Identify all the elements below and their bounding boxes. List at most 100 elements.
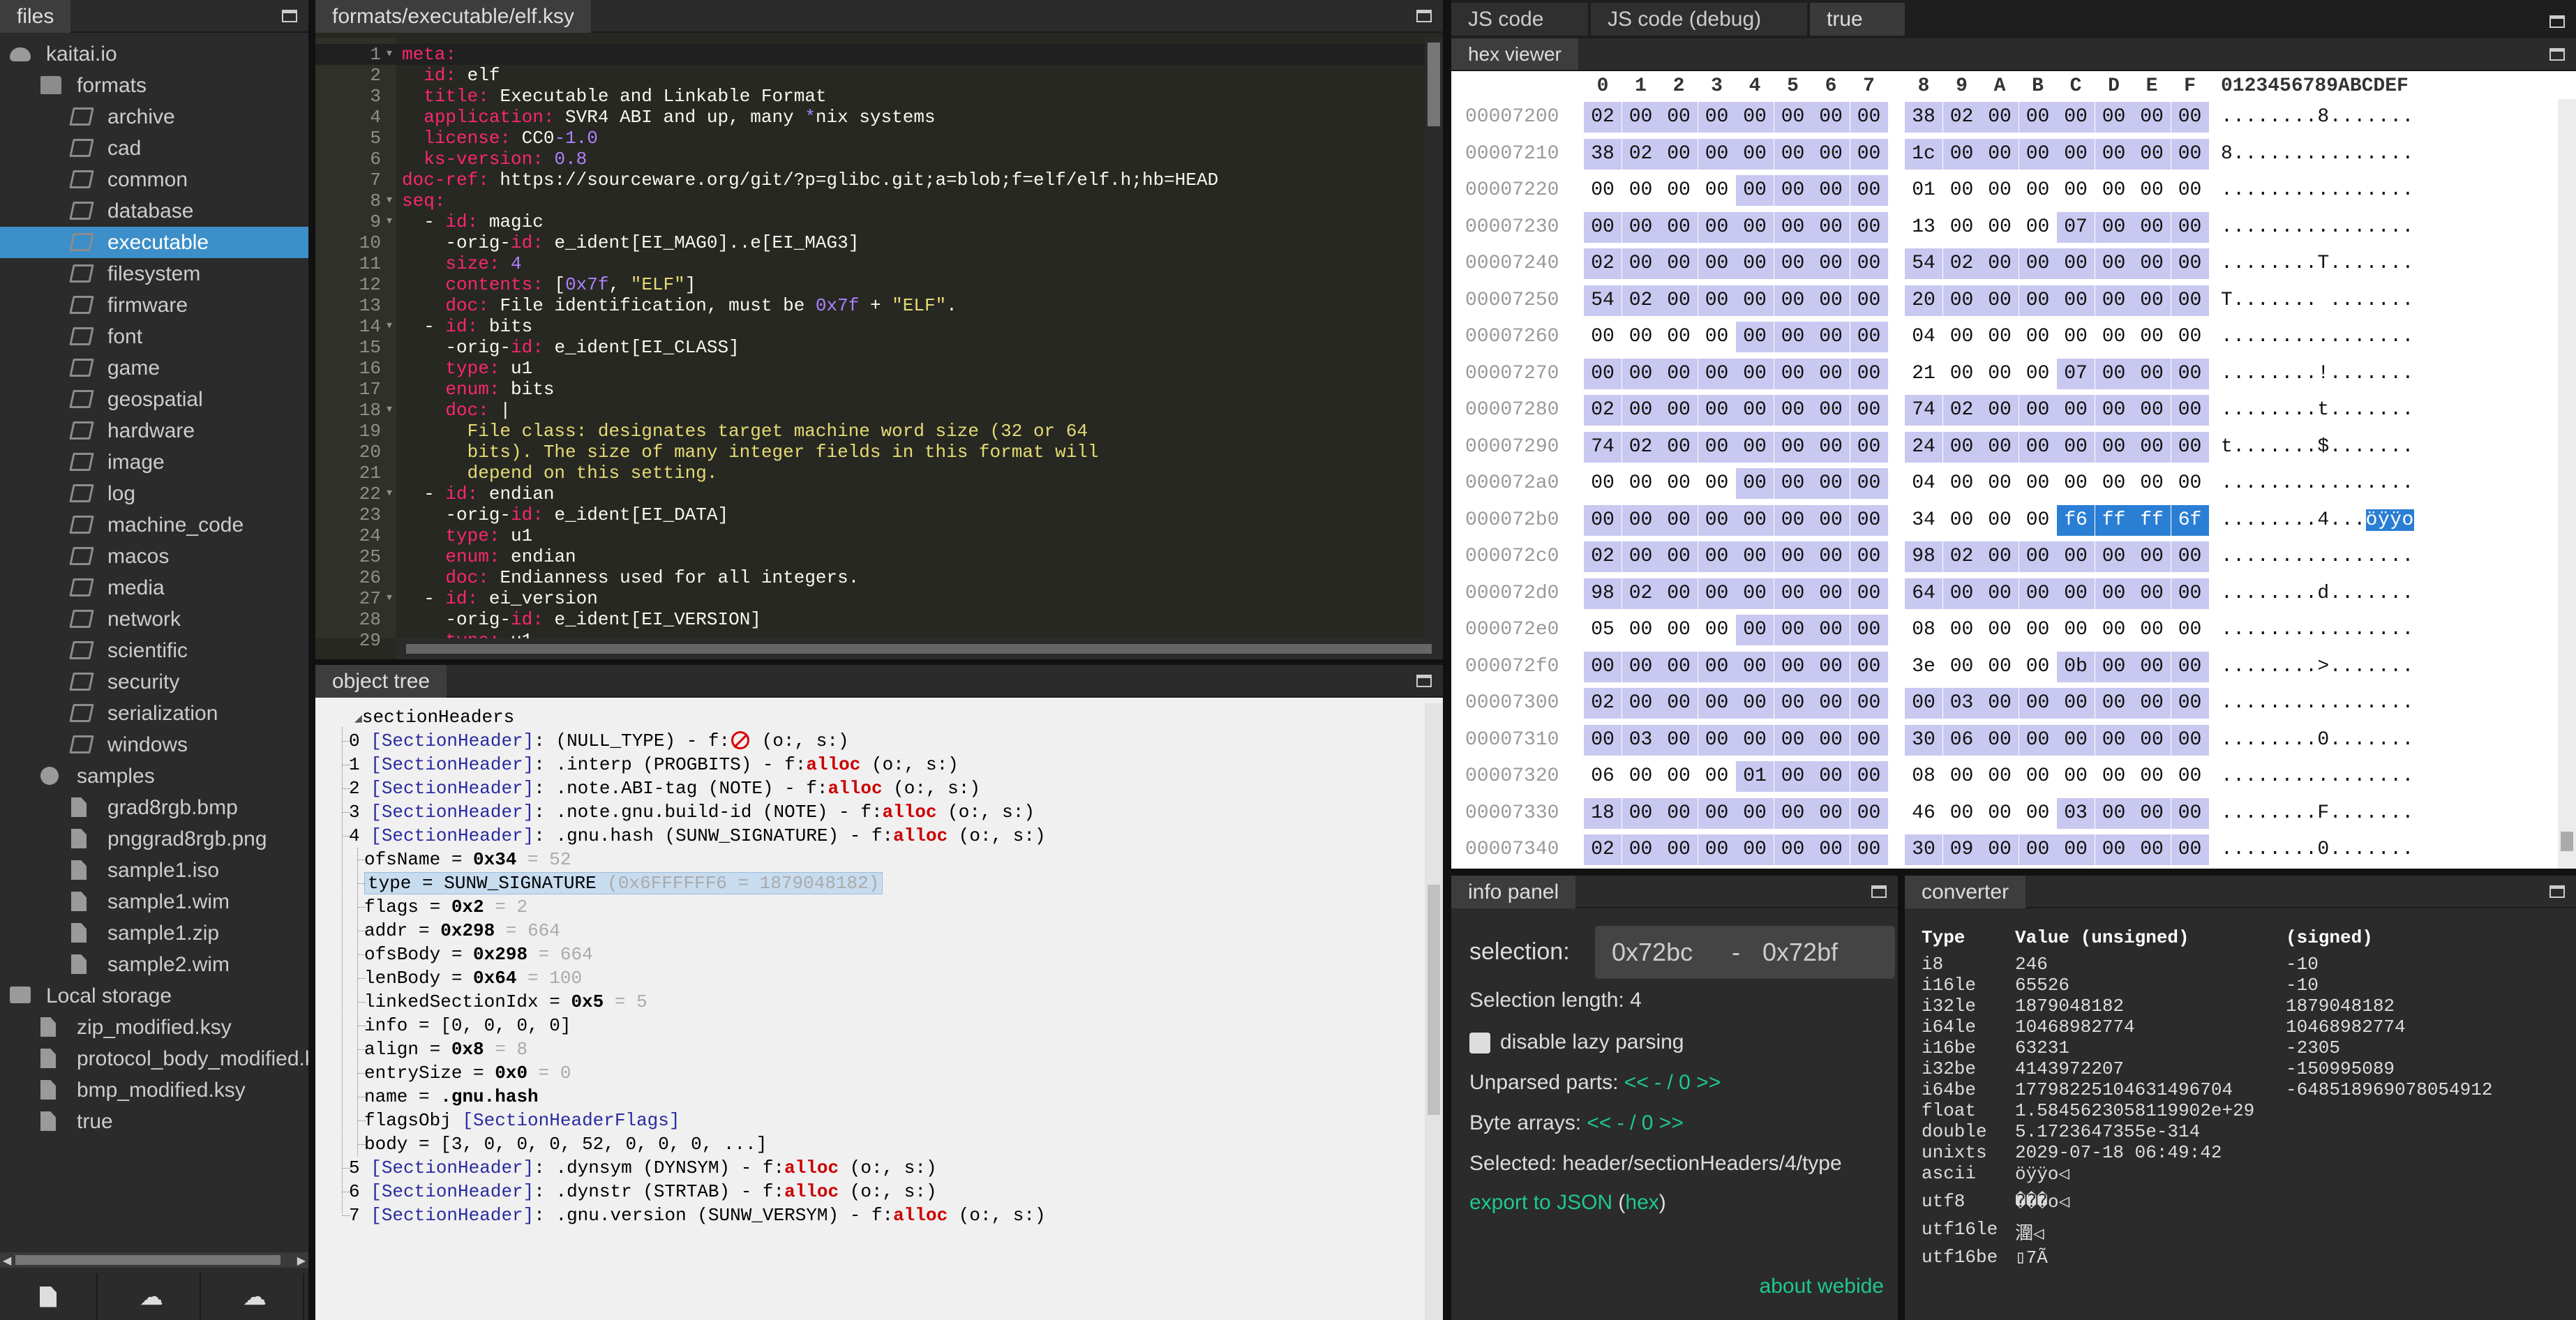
hex-byte[interactable]: 00 bbox=[1812, 834, 1850, 865]
hex-byte[interactable]: 00 bbox=[2019, 798, 2057, 829]
hex-byte[interactable]: 00 bbox=[1660, 834, 1698, 865]
hex-byte[interactable]: 00 bbox=[1812, 541, 1850, 572]
file-item[interactable]: grad8rgb.bmp bbox=[0, 792, 308, 823]
hex-byte[interactable]: 00 bbox=[2057, 395, 2095, 426]
hex-byte[interactable]: 00 bbox=[1774, 834, 1812, 865]
splitter[interactable] bbox=[1898, 876, 1905, 1320]
hex-byte[interactable]: 00 bbox=[2019, 175, 2057, 206]
hex-byte[interactable]: 38 bbox=[1584, 138, 1622, 170]
hex-byte[interactable]: 00 bbox=[1660, 395, 1698, 426]
hex-byte[interactable]: 00 bbox=[1981, 798, 2019, 829]
hex-byte[interactable]: 00 bbox=[1774, 395, 1812, 426]
tree-vertical-scrollbar[interactable] bbox=[1425, 703, 1443, 1320]
hex-byte[interactable]: 00 bbox=[1736, 834, 1774, 865]
hex-byte[interactable]: 00 bbox=[2019, 359, 2057, 389]
hex-byte[interactable]: 00 bbox=[2171, 688, 2209, 719]
hex-byte[interactable]: 00 bbox=[2057, 248, 2095, 279]
fold-toggle-icon[interactable]: ▾ bbox=[385, 483, 394, 504]
tab-hex-viewer[interactable]: hex viewer bbox=[1451, 38, 1578, 70]
file-item[interactable]: log bbox=[0, 478, 308, 509]
hex-byte[interactable]: 02 bbox=[1622, 578, 1660, 609]
hex-byte[interactable]: 00 bbox=[1981, 724, 2019, 756]
hex-byte[interactable]: 00 bbox=[2095, 761, 2133, 792]
hex-byte[interactable]: 00 bbox=[2019, 652, 2057, 682]
hex-byte[interactable]: 00 bbox=[1622, 688, 1660, 719]
file-item[interactable]: cad bbox=[0, 133, 308, 164]
hex-byte[interactable]: 03 bbox=[1622, 724, 1660, 756]
hex-byte[interactable]: 00 bbox=[1774, 211, 1812, 243]
hex-byte[interactable]: ff bbox=[2133, 504, 2171, 536]
hex-row[interactable]: 000072a0 00 00 00 00 00 00 00 00 04 00 00 00 00 00 00 00… bbox=[1451, 465, 2576, 502]
file-item[interactable]: kaitai.io bbox=[0, 38, 308, 70]
hex-byte[interactable]: 00 bbox=[1942, 578, 1981, 609]
hex-byte[interactable]: 00 bbox=[2133, 761, 2171, 792]
maximize-icon[interactable] bbox=[2549, 48, 2565, 61]
maximize-icon[interactable] bbox=[282, 10, 297, 22]
hex-row[interactable]: 00007310 00 03 00 00 00 00 00 00 30 06 00 00 00 00 00 00… bbox=[1451, 722, 2576, 758]
hex-byte[interactable]: 00 bbox=[1943, 175, 1981, 206]
hex-byte[interactable]: 00 bbox=[1736, 578, 1774, 609]
hex-byte[interactable]: 00 bbox=[2057, 615, 2095, 645]
hex-byte[interactable]: 00 bbox=[2019, 834, 2057, 865]
hex-row[interactable]: 00007340 02 00 00 00 00 00 00 00 30 09 00 00 00 00 00 00… bbox=[1451, 832, 2576, 868]
file-item[interactable]: machine_code bbox=[0, 509, 308, 541]
hex-byte[interactable]: 00 bbox=[2095, 102, 2133, 133]
hex-byte[interactable]: 02 bbox=[1584, 834, 1622, 865]
hex-byte[interactable]: 00 bbox=[2133, 615, 2171, 645]
hex-byte[interactable]: 00 bbox=[1736, 541, 1774, 572]
hex-byte[interactable]: 00 bbox=[1812, 688, 1850, 719]
hex-byte[interactable]: 13 bbox=[1905, 212, 1942, 243]
hex-byte[interactable]: 00 bbox=[2171, 211, 2209, 243]
hex-byte[interactable]: 00 bbox=[2095, 285, 2133, 316]
scroll-left-icon[interactable]: ◀ bbox=[3, 1254, 11, 1268]
tab-object-tree[interactable]: object tree bbox=[315, 665, 447, 698]
selection-range[interactable]: 0x72bc - 0x72bf bbox=[1595, 926, 1895, 979]
hex-byte[interactable]: 00 bbox=[2095, 211, 2133, 243]
hex-byte[interactable]: 00 bbox=[2019, 615, 2057, 645]
hex-byte[interactable]: 00 bbox=[1812, 175, 1850, 206]
hex-byte[interactable]: 00 bbox=[1850, 102, 1888, 133]
hex-byte[interactable]: 00 bbox=[1981, 175, 2019, 206]
hex-byte[interactable]: 00 bbox=[1622, 395, 1660, 426]
unparsed-nav[interactable]: << - / 0 >> bbox=[1624, 1071, 1721, 1094]
tab-js-code[interactable]: JS code bbox=[1451, 3, 1588, 36]
hex-byte[interactable]: 00 bbox=[1774, 504, 1812, 536]
hex-byte[interactable]: 00 bbox=[1698, 688, 1736, 719]
hex-byte[interactable]: 00 bbox=[2171, 322, 2209, 352]
hex-byte[interactable]: 00 bbox=[1698, 285, 1736, 316]
hex-byte[interactable]: 00 bbox=[1660, 651, 1698, 682]
hex-byte[interactable]: 00 bbox=[1698, 578, 1736, 609]
hex-byte[interactable]: 00 bbox=[1622, 504, 1660, 536]
file-item[interactable]: network bbox=[0, 603, 308, 635]
hex-byte[interactable]: 00 bbox=[2133, 285, 2171, 316]
hex-byte[interactable]: 00 bbox=[2019, 724, 2057, 756]
hex-byte[interactable]: 00 bbox=[2095, 724, 2133, 756]
hex-byte[interactable]: 00 bbox=[1698, 248, 1736, 279]
hex-byte[interactable]: 3e bbox=[1905, 652, 1942, 682]
hex-byte[interactable]: 00 bbox=[2019, 541, 2057, 572]
hex-byte[interactable]: 00 bbox=[1622, 541, 1660, 572]
hex-byte[interactable]: 00 bbox=[1850, 541, 1888, 572]
files-horizontal-scrollbar[interactable]: ◀ ▶ bbox=[0, 1252, 308, 1268]
hex-byte[interactable]: 00 bbox=[1850, 615, 1888, 645]
hex-byte[interactable]: 00 bbox=[1812, 431, 1850, 463]
hex-byte[interactable]: 00 bbox=[2133, 395, 2171, 426]
hex-byte[interactable]: 1c bbox=[1905, 138, 1942, 170]
hex-byte[interactable]: 00 bbox=[2095, 431, 2133, 463]
hex-byte[interactable]: 00 bbox=[1660, 468, 1698, 499]
hex-row[interactable]: 00007200 02 00 00 00 00 00 00 00 38 02 00 00 00 00 00 00… bbox=[1451, 99, 2576, 135]
hex-byte[interactable]: 00 bbox=[1774, 358, 1812, 389]
hex-byte[interactable]: 00 bbox=[2019, 688, 2057, 719]
hex-byte[interactable]: 01 bbox=[1736, 761, 1774, 792]
hex-byte[interactable]: 00 bbox=[1736, 651, 1774, 682]
hex-byte[interactable]: 00 bbox=[2133, 688, 2171, 719]
hex-byte[interactable]: 00 bbox=[2171, 102, 2209, 133]
hex-byte[interactable]: 00 bbox=[1943, 505, 1981, 536]
hex-byte[interactable]: 98 bbox=[1584, 578, 1622, 609]
hex-byte[interactable]: 00 bbox=[1660, 615, 1698, 645]
hex-byte[interactable]: 00 bbox=[2171, 578, 2209, 609]
hex-byte[interactable]: 00 bbox=[2095, 138, 2133, 170]
hex-byte[interactable]: 00 bbox=[1698, 724, 1736, 756]
hex-byte[interactable]: 54 bbox=[1584, 285, 1622, 316]
hex-byte[interactable]: 00 bbox=[1622, 761, 1660, 792]
